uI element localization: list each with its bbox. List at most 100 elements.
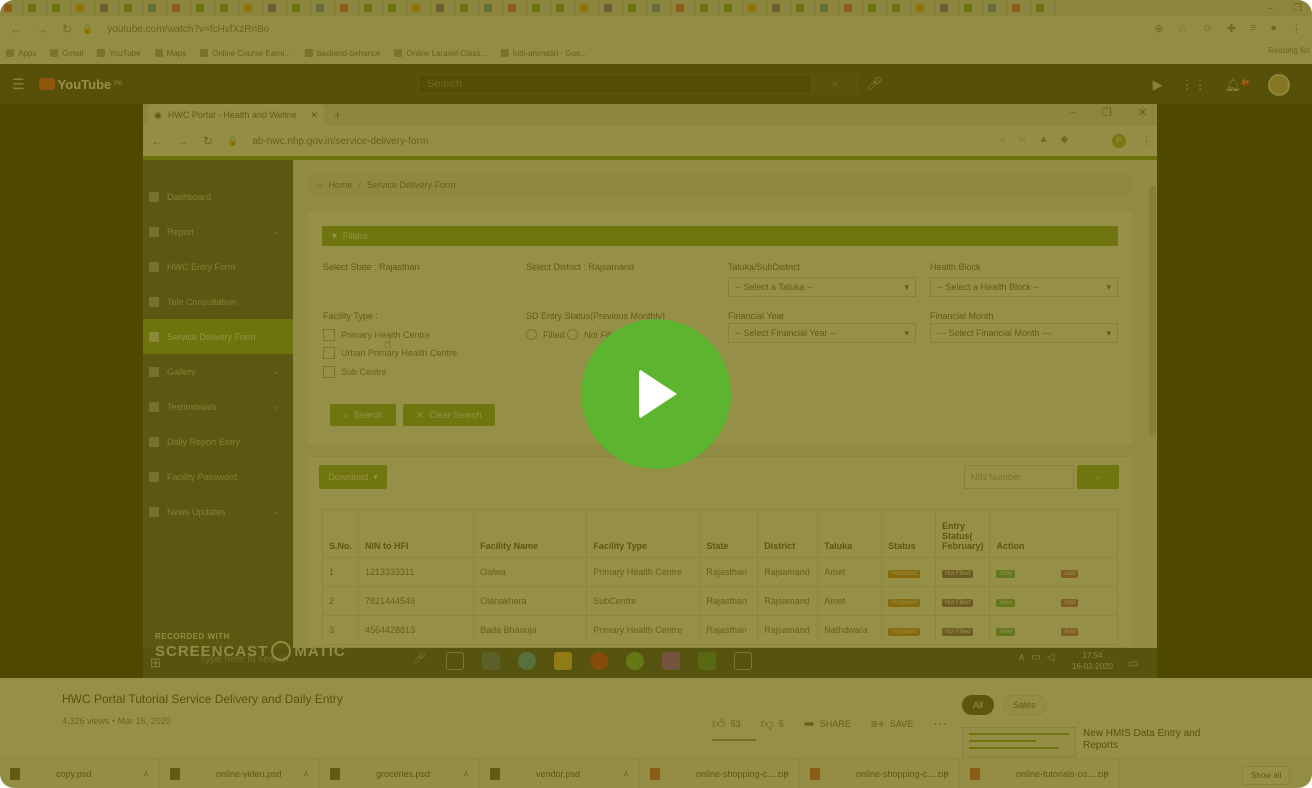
browser-tab[interactable] — [552, 1, 576, 15]
download-item[interactable]: online-tutorials-co....zip ∧ — [960, 758, 1120, 788]
youtube-logo[interactable]: YouTube PK — [38, 77, 123, 92]
chip-all[interactable]: All — [962, 695, 995, 715]
browser-tab[interactable] — [216, 1, 240, 15]
browser-tab[interactable] — [408, 1, 432, 15]
browser-tab[interactable] — [648, 1, 672, 15]
search-button[interactable]: ⌕ — [812, 74, 858, 94]
download-item[interactable]: copy.psd ∧ — [0, 758, 160, 788]
browser-tab[interactable] — [960, 1, 984, 15]
browser-tab[interactable] — [1008, 1, 1032, 15]
bookmark-item[interactable]: Online Course Earni... — [200, 49, 291, 58]
browser-tab[interactable] — [600, 1, 624, 15]
browser-tab[interactable] — [312, 1, 336, 15]
download-item[interactable]: online-shopping-c....zip ∧ — [640, 758, 800, 788]
browser-tab[interactable] — [792, 1, 816, 15]
download-item[interactable]: online-video.psd ∧ — [160, 758, 320, 788]
browser-tab[interactable] — [864, 1, 888, 15]
share-button[interactable]: ➦ SHARE — [804, 716, 851, 732]
browser-tab[interactable] — [840, 1, 864, 15]
reading-list[interactable]: Reading list — [1268, 46, 1310, 55]
bookmark-item[interactable]: Gmail — [50, 49, 83, 58]
show-all-downloads-button[interactable]: Show all — [1242, 766, 1291, 785]
browser-tab[interactable] — [816, 1, 840, 15]
browser-tab[interactable] — [576, 1, 600, 15]
browser-tab[interactable] — [888, 1, 912, 15]
browser-tab[interactable] — [480, 1, 504, 15]
puzzle-icon[interactable]: ✚ — [1227, 22, 1236, 35]
browser-tab[interactable] — [120, 1, 144, 15]
chevron-up-icon[interactable]: ∧ — [943, 769, 949, 778]
browser-tab[interactable] — [912, 1, 936, 15]
create-video-icon[interactable]: ▶︎ — [1153, 77, 1163, 93]
microphone-icon[interactable]: 🎤︎ — [866, 76, 883, 92]
browser-tab[interactable] — [240, 1, 264, 15]
avatar[interactable] — [1268, 74, 1290, 96]
chevron-up-icon[interactable]: ∧ — [623, 769, 629, 778]
save-button[interactable]: ≡+ SAVE — [871, 717, 913, 731]
forward-icon[interactable]: → — [36, 22, 48, 36]
browser-tab[interactable] — [720, 1, 744, 15]
dislike-button[interactable]: 👎︎ 5 — [761, 716, 784, 732]
download-item[interactable]: groceries.psd ∧ — [320, 758, 480, 788]
download-item[interactable]: online-shopping-c....zip ∧ — [800, 758, 960, 788]
chevron-up-icon[interactable]: ∧ — [463, 769, 469, 778]
browser-tab[interactable] — [456, 1, 480, 15]
browser-tab[interactable] — [288, 1, 312, 15]
browser-tab[interactable] — [168, 1, 192, 15]
maximize-icon[interactable]: ❐ — [1293, 3, 1302, 14]
chevron-up-icon[interactable]: ∧ — [303, 769, 309, 778]
browser-tab[interactable] — [624, 1, 648, 15]
browser-tab[interactable] — [0, 1, 24, 15]
hamburger-menu-icon[interactable]: ☰ — [12, 76, 25, 93]
chevron-up-icon[interactable]: ∧ — [783, 769, 789, 778]
extension-smile-icon[interactable]: ☺ — [1201, 22, 1212, 35]
related-video-title[interactable]: New HMIS Data Entry and Reports — [1083, 728, 1233, 752]
browser-tab[interactable] — [1032, 1, 1056, 15]
browser-tab[interactable] — [24, 1, 48, 15]
stats-icon[interactable]: ≡ — [1250, 22, 1256, 35]
browser-tab[interactable] — [936, 1, 960, 15]
browser-tab[interactable] — [192, 1, 216, 15]
browser-tab[interactable] — [768, 1, 792, 15]
like-button[interactable]: 👍︎ 53 — [712, 716, 741, 732]
star-icon[interactable]: ☆ — [1178, 22, 1188, 35]
profile-icon[interactable]: ● — [1270, 22, 1277, 35]
minimize-icon[interactable]: – — [1267, 3, 1273, 14]
browser-tab[interactable] — [432, 1, 456, 15]
play-button[interactable] — [581, 319, 731, 469]
browser-tab[interactable] — [672, 1, 696, 15]
browser-tab[interactable] — [504, 1, 528, 15]
chevron-up-icon[interactable]: ∧ — [1103, 769, 1109, 778]
browser-tab[interactable] — [360, 1, 384, 15]
install-icon[interactable]: ⊕ — [1154, 22, 1163, 35]
browser-tab[interactable] — [384, 1, 408, 15]
bookmark-item[interactable]: Maps — [154, 49, 186, 58]
bookmark-item[interactable]: YouTube — [97, 49, 141, 58]
bookmark-item[interactable]: lotti-animatin - Goo... — [500, 49, 587, 58]
browser-tab[interactable] — [984, 1, 1008, 15]
bookmark-item[interactable]: backend-behance — [304, 49, 380, 58]
download-item[interactable]: vendor.psd ∧ — [480, 758, 640, 788]
notifications-bell-icon[interactable]: 🔔︎9+ — [1225, 77, 1250, 93]
apps-grid-icon[interactable]: ⋮⋮ — [1181, 77, 1207, 93]
reload-icon[interactable]: ↻ — [62, 22, 72, 36]
related-video-thumbnail[interactable] — [962, 727, 1076, 757]
youtube-search-input[interactable]: Search — [418, 74, 812, 94]
browser-tab[interactable] — [96, 1, 120, 15]
bookmark-item[interactable]: Apps — [6, 49, 36, 58]
bookmark-item[interactable]: Online Laravel Class... — [394, 49, 487, 58]
browser-tab[interactable] — [744, 1, 768, 15]
menu-icon[interactable]: ⋮ — [1291, 22, 1302, 35]
chip-sales[interactable]: Sales — [1002, 695, 1047, 715]
browser-tab[interactable] — [48, 1, 72, 15]
browser-tab[interactable] — [144, 1, 168, 15]
more-actions-button[interactable]: ⋯ — [933, 715, 947, 732]
browser-tab[interactable] — [264, 1, 288, 15]
address-bar[interactable]: youtube.com/watch?v=fcHvfXzRnBo — [107, 24, 269, 35]
browser-tab[interactable] — [528, 1, 552, 15]
chevron-up-icon[interactable]: ∧ — [143, 769, 149, 778]
browser-tab[interactable] — [696, 1, 720, 15]
back-icon[interactable]: ← — [10, 22, 22, 36]
browser-tab[interactable] — [336, 1, 360, 15]
browser-tab[interactable] — [72, 1, 96, 15]
